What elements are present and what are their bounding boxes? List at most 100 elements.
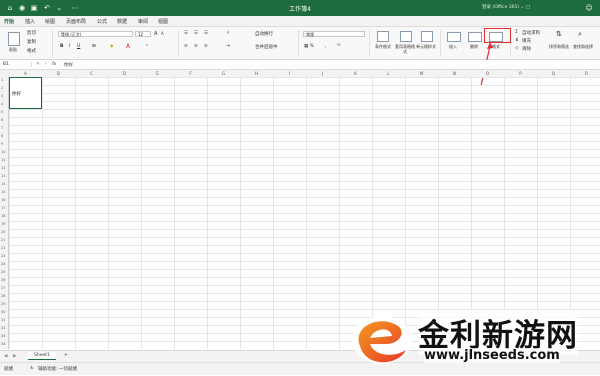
column-header[interactable]: E (141, 71, 174, 76)
row-header[interactable]: 10 (1, 150, 8, 154)
tab-home[interactable]: 开始 (4, 18, 14, 25)
phonetic-icon[interactable]: ᵃ (146, 44, 148, 49)
indent-icon[interactable]: ⇥ (226, 44, 230, 49)
row-header[interactable]: 26 (1, 278, 8, 282)
conditional-format-icon[interactable] (377, 31, 389, 42)
tab-review[interactable]: 审阅 (138, 18, 148, 25)
function-icon[interactable]: fx (52, 62, 56, 67)
row-header[interactable]: 25 (1, 270, 8, 274)
border-icon[interactable]: ⊞ (92, 44, 96, 49)
selected-cell[interactable]: 你好 (9, 77, 42, 109)
fill-color-icon[interactable]: ◆ (110, 44, 113, 49)
tab-view[interactable]: 视图 (158, 18, 168, 25)
autosum-button[interactable]: 自动求和 (522, 30, 540, 36)
row-header[interactable]: 15 (1, 190, 8, 194)
column-header[interactable]: P (504, 71, 537, 76)
align-top-icon[interactable]: ☰ (184, 31, 188, 36)
clear-icon[interactable]: ◇ (515, 46, 518, 51)
decimal-icon[interactable]: ⁰⁰ (337, 44, 341, 49)
confirm-icon[interactable]: ✓ (44, 62, 48, 67)
name-box[interactable]: B1 (3, 62, 32, 67)
row-header[interactable]: 34 (1, 342, 8, 346)
wrap-text-button[interactable]: 自动换行 (255, 31, 273, 37)
column-header[interactable]: A (9, 71, 42, 76)
font-size-select[interactable]: 12 (135, 31, 151, 37)
row-header[interactable]: 2 (1, 86, 8, 90)
column-header[interactable]: R (570, 71, 600, 76)
column-header[interactable]: O (471, 71, 504, 76)
align-left-icon[interactable]: ≡ (184, 44, 188, 49)
share-icon[interactable]: ☺ (585, 4, 593, 12)
row-header[interactable]: 7 (1, 126, 8, 130)
italic-icon[interactable]: I (69, 44, 70, 49)
tab-formulas[interactable]: 公式 (97, 18, 107, 25)
row-header[interactable]: 21 (1, 238, 8, 242)
clear-button[interactable]: 清除 (522, 46, 531, 52)
sort-filter-button[interactable]: 排序和筛选 (548, 44, 570, 49)
row-header[interactable]: 30 (1, 310, 8, 314)
row-header[interactable]: 31 (1, 318, 8, 322)
fill-button[interactable]: 填充 (522, 38, 531, 44)
column-header[interactable]: I (273, 71, 306, 76)
row-header[interactable]: 18 (1, 214, 8, 218)
orientation-icon[interactable]: ↗ (226, 31, 230, 36)
row-header[interactable]: 33 (1, 334, 8, 338)
row-header[interactable]: 14 (1, 182, 8, 186)
accessibility-status[interactable]: 辅助功能: 一切就绪 (38, 366, 77, 372)
align-bottom-icon[interactable]: ☰ (204, 31, 208, 36)
copy-button[interactable]: 复制 (27, 39, 36, 45)
next-sheet-icon[interactable]: ▶ (13, 354, 16, 359)
align-center-icon[interactable]: ≡ (194, 44, 198, 49)
fill-icon[interactable]: ⬇ (515, 38, 519, 43)
row-header[interactable]: 20 (1, 230, 8, 234)
column-header[interactable]: N (438, 71, 471, 76)
paste-button[interactable]: 粘贴 (4, 47, 22, 52)
row-header[interactable]: 4 (1, 102, 8, 106)
align-middle-icon[interactable]: ☰ (194, 31, 198, 36)
column-header[interactable]: B (42, 71, 75, 76)
row-header[interactable]: 1 (1, 78, 8, 82)
column-header[interactable]: G (207, 71, 240, 76)
underline-icon[interactable]: U (77, 44, 80, 49)
row-header[interactable]: 11 (1, 158, 8, 162)
row-header[interactable]: 13 (1, 174, 8, 178)
column-header[interactable]: C (75, 71, 108, 76)
row-header[interactable]: 12 (1, 166, 8, 170)
row-header[interactable]: 17 (1, 206, 8, 210)
number-format-select[interactable]: 常规 (303, 31, 365, 37)
tab-page-layout[interactable]: 页面布局 (66, 18, 86, 25)
column-header[interactable]: D (108, 71, 141, 76)
row-header[interactable]: 6 (1, 118, 8, 122)
row-header[interactable]: 29 (1, 302, 8, 306)
column-header[interactable]: F (174, 71, 207, 76)
bold-icon[interactable]: B (60, 44, 63, 49)
prev-sheet-icon[interactable]: ◀ (4, 354, 7, 359)
format-as-table-icon[interactable] (400, 31, 412, 42)
cut-button[interactable]: 剪切 (27, 30, 36, 36)
insert-cells-button[interactable]: 插入 (444, 44, 462, 49)
font-color-icon[interactable]: A (126, 43, 130, 50)
conditional-format-button[interactable]: 条件格式 (372, 44, 394, 49)
comma-icon[interactable]: , (325, 44, 326, 49)
row-header[interactable]: 9 (1, 142, 8, 146)
cell-styles-button[interactable]: 单元格样式 (416, 44, 436, 49)
merge-center-button[interactable]: 合并后居中 (255, 44, 278, 50)
column-header[interactable]: J (306, 71, 339, 76)
insert-cells-icon[interactable] (447, 32, 461, 42)
column-header[interactable]: H (240, 71, 273, 76)
row-header[interactable]: 19 (1, 222, 8, 226)
row-header[interactable]: 27 (1, 286, 8, 290)
column-header[interactable]: Q (537, 71, 570, 76)
shrink-font-icon[interactable]: A (161, 31, 164, 36)
find-icon[interactable]: ⌕ (578, 30, 582, 39)
font-name-select[interactable]: 等线 (正文) (58, 31, 133, 37)
autosum-icon[interactable]: Σ (515, 30, 518, 35)
row-header[interactable]: 3 (1, 94, 8, 98)
paste-icon[interactable] (8, 32, 20, 46)
column-header[interactable]: M (405, 71, 438, 76)
tab-insert[interactable]: 插入 (25, 18, 35, 25)
sheet-tab[interactable]: Sheet1 (28, 352, 56, 360)
tab-draw[interactable]: 绘图 (45, 18, 55, 25)
currency-icon[interactable]: ▦ % (304, 44, 314, 49)
row-header[interactable]: 16 (1, 198, 8, 202)
